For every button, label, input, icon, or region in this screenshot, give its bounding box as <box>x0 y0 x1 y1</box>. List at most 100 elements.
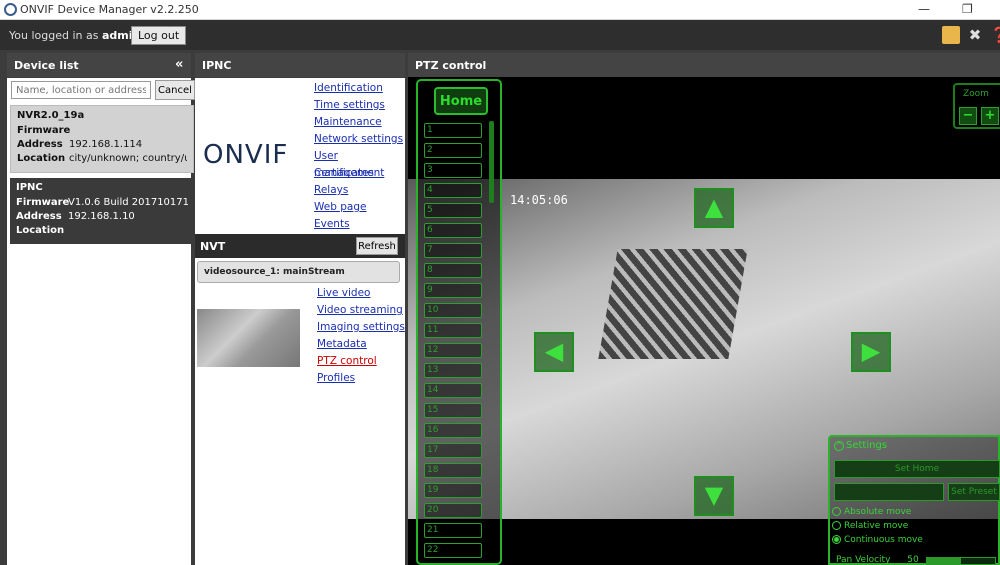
preset-scrollbar[interactable] <box>489 121 494 203</box>
search-cancel-button[interactable]: Cancel <box>155 80 195 100</box>
link-user-management[interactable]: User management <box>314 148 405 179</box>
preset-slot[interactable]: 4 <box>424 183 482 198</box>
pan-up-button[interactable]: ▲ <box>694 188 734 228</box>
preset-slot[interactable]: 11 <box>424 323 482 338</box>
picture-icon[interactable] <box>942 26 960 44</box>
settings-header[interactable]: ^ Settings <box>834 440 887 451</box>
preset-slot[interactable]: 9 <box>424 283 482 298</box>
ipnc-link-list: Identification Time settings Maintenance… <box>314 80 405 233</box>
help-icon[interactable]: ❓ <box>990 26 1000 44</box>
device-location: city/unknown; country/un <box>69 153 187 164</box>
pan-down-button[interactable]: ▼ <box>694 476 734 516</box>
mode-relative[interactable]: Relative move <box>832 521 908 531</box>
nvt-link-list: Live video Video streaming Imaging setti… <box>317 285 405 387</box>
link-imaging-settings[interactable]: Imaging settings <box>317 319 405 336</box>
link-metadata[interactable]: Metadata <box>317 336 405 353</box>
preset-slot[interactable]: 15 <box>424 403 482 418</box>
mode-continuous[interactable]: Continuous move <box>832 535 923 545</box>
zoom-out-button[interactable]: − <box>959 107 977 125</box>
ptz-title: PTZ control <box>415 59 487 72</box>
link-network-settings[interactable]: Network settings <box>314 131 405 148</box>
preset-slot[interactable]: 13 <box>424 363 482 378</box>
onvif-app-icon <box>4 3 17 16</box>
video-timestamp: 14:05:06 <box>510 193 568 207</box>
device-item-ipnc[interactable]: IPNC FirmwareV1.0.6 Build 2017101716: Ad… <box>10 178 194 244</box>
device-firmware: V1.0.6 Build 2017101716: <box>68 197 188 208</box>
preset-column: Home 1 2 3 4 5 6 7 8 9 10 11 12 13 14 15 16 17 18 19 20 21 22 <box>416 79 502 565</box>
pan-velocity-row: Pan Velocity 50 <box>836 555 919 565</box>
preset-slot[interactable]: 5 <box>424 203 482 218</box>
device-address: 192.168.1.114 <box>69 139 143 150</box>
preset-slot[interactable]: 10 <box>424 303 482 318</box>
pan-velocity-label: Pan Velocity <box>836 555 891 565</box>
device-list-panel: Cancel NVR2.0_19a Firmware Address 192.16… <box>7 78 195 565</box>
restore-button[interactable]: ❐ <box>962 2 973 16</box>
nvt-panel: videosource_1: mainStream Live video Vid… <box>195 258 405 565</box>
zoom-label: Zoom <box>963 89 989 99</box>
link-web-page[interactable]: Web page <box>314 199 405 216</box>
home-button[interactable]: Home <box>434 87 488 115</box>
ptz-panel: PTZ control 14:05:06 Home 1 2 3 4 5 6 7 8 9 10 11 1… <box>408 53 1000 565</box>
refresh-button[interactable]: Refresh <box>356 237 398 255</box>
ipnc-panel: ONVIF Identification Time settings Maint… <box>195 78 405 234</box>
device-search-input[interactable] <box>11 81 151 99</box>
link-time-settings[interactable]: Time settings <box>314 97 405 114</box>
set-preset-button[interactable]: Set Preset <box>948 483 1000 501</box>
pan-velocity-slider[interactable] <box>926 557 996 565</box>
minimize-button[interactable]: — <box>918 2 930 16</box>
collapse-icon[interactable]: « <box>175 57 183 72</box>
settings-panel: ^ Settings Set Home Set Preset Absolute m… <box>828 435 1000 565</box>
preset-slot[interactable]: 1 <box>424 123 482 138</box>
link-ptz-control[interactable]: PTZ control <box>317 353 405 370</box>
preset-slot[interactable]: 18 <box>424 463 482 478</box>
ceiling-vent <box>598 249 748 359</box>
video-thumbnail[interactable] <box>197 309 300 367</box>
preset-slot[interactable]: 14 <box>424 383 482 398</box>
preset-slot[interactable]: 19 <box>424 483 482 498</box>
preset-slot[interactable]: 22 <box>424 543 482 558</box>
link-profiles[interactable]: Profiles <box>317 370 405 387</box>
link-video-streaming[interactable]: Video streaming <box>317 302 405 319</box>
link-maintenance[interactable]: Maintenance <box>314 114 405 131</box>
link-relays[interactable]: Relays <box>314 182 405 199</box>
mode-label: Absolute move <box>844 507 912 517</box>
preset-slot[interactable]: 8 <box>424 263 482 278</box>
preset-slot[interactable]: 21 <box>424 523 482 538</box>
preset-slot[interactable]: 17 <box>424 443 482 458</box>
preset-slot[interactable]: 6 <box>424 223 482 238</box>
zoom-in-button[interactable]: + <box>981 107 999 125</box>
link-events[interactable]: Events <box>314 216 405 233</box>
preset-slot[interactable]: 20 <box>424 503 482 518</box>
ptz-header: PTZ control <box>408 53 1000 77</box>
device-name: IPNC <box>16 182 43 193</box>
radio-selected-icon <box>832 535 841 544</box>
settings-title: Settings <box>846 440 888 451</box>
login-prefix: You logged in as <box>9 29 99 42</box>
ipnc-title: IPNC <box>202 59 232 72</box>
preset-slot[interactable]: 7 <box>424 243 482 258</box>
preset-slot[interactable]: 12 <box>424 343 482 358</box>
pan-right-button[interactable]: ▶ <box>851 332 891 372</box>
link-live-video[interactable]: Live video <box>317 285 405 302</box>
preset-slot[interactable]: 2 <box>424 143 482 158</box>
mode-absolute[interactable]: Absolute move <box>832 507 911 517</box>
title-bar: ONVIF Device Manager v2.2.250 — ❐ <box>0 0 1000 20</box>
pan-velocity-fill <box>927 558 961 564</box>
link-identification[interactable]: Identification <box>314 80 405 97</box>
preset-slot[interactable]: 16 <box>424 423 482 438</box>
device-name: NVR2.0_19a <box>17 110 85 121</box>
device-item-nvr[interactable]: NVR2.0_19a Firmware Address 192.168.1.114… <box>10 105 194 173</box>
radio-icon <box>832 507 841 516</box>
mode-label: Relative move <box>844 521 909 531</box>
preset-slot[interactable]: 3 <box>424 163 482 178</box>
videosource-tab[interactable]: videosource_1: mainStream <box>197 261 400 283</box>
set-home-button[interactable]: Set Home <box>834 460 1000 478</box>
window-title: ONVIF Device Manager v2.2.250 <box>20 3 199 16</box>
logout-button[interactable]: Log out <box>131 26 187 45</box>
pan-left-button[interactable]: ◀ <box>534 332 574 372</box>
preset-name-input[interactable] <box>834 483 944 501</box>
link-certificates[interactable]: Certificates <box>314 165 405 182</box>
tools-icon[interactable]: ✖ <box>966 26 984 44</box>
device-list-title: Device list <box>14 59 79 72</box>
collapse-toggle-icon[interactable]: ^ <box>834 441 844 451</box>
